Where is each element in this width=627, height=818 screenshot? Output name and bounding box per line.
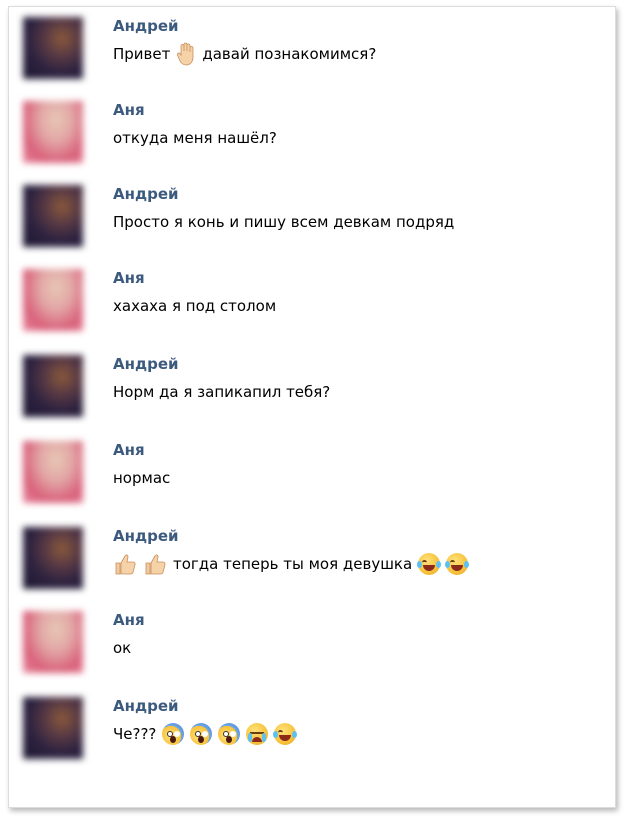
message-text: тогда теперь ты моя девушка bbox=[113, 552, 470, 576]
crying-face-emoji-icon bbox=[246, 723, 269, 745]
author-name[interactable]: Андрей bbox=[113, 697, 179, 715]
message-text-part: тогда теперь ты моя девушка bbox=[173, 555, 413, 573]
message-text: хахаха я под столом bbox=[113, 295, 276, 317]
avatar[interactable] bbox=[23, 101, 83, 163]
message-text: нормас bbox=[113, 467, 170, 489]
message-text-part: Просто я конь и пишу всем девкам подряд bbox=[113, 213, 455, 231]
author-name[interactable]: Аня bbox=[113, 269, 145, 287]
thumbs-up-icon bbox=[143, 552, 167, 576]
avatar[interactable] bbox=[23, 269, 83, 331]
message-text-part: хахаха я под столом bbox=[113, 297, 277, 315]
author-name[interactable]: Андрей bbox=[113, 185, 179, 203]
message-text-part: Че??? bbox=[113, 725, 157, 743]
message-item: Андрей Привет давай познакомимся? bbox=[9, 7, 615, 91]
avatar[interactable] bbox=[23, 611, 83, 673]
author-name[interactable]: Аня bbox=[113, 441, 145, 459]
author-name[interactable]: Андрей bbox=[113, 17, 179, 35]
message-text: Норм да я запикапил тебя? bbox=[113, 381, 330, 403]
message-text: Просто я конь и пишу всем девкам подряд bbox=[113, 211, 454, 233]
avatar[interactable] bbox=[23, 527, 83, 589]
message-text: Че??? bbox=[113, 723, 298, 745]
author-name[interactable]: Аня bbox=[113, 101, 145, 119]
avatar[interactable] bbox=[23, 441, 83, 503]
message-item: Аня хахаха я под столом bbox=[9, 259, 615, 343]
message-text-part: откуда меня нашёл? bbox=[113, 129, 277, 147]
message-text-part: нормас bbox=[113, 469, 171, 487]
screaming-face-emoji-icon bbox=[190, 723, 213, 745]
raised-hand-icon bbox=[176, 42, 196, 66]
message-text-part: Привет bbox=[113, 45, 171, 63]
avatar[interactable] bbox=[23, 697, 83, 759]
message-item: Аня откуда меня нашёл? bbox=[9, 91, 615, 175]
avatar[interactable] bbox=[23, 185, 83, 247]
message-item: Андрей Просто я конь и пишу всем девкам … bbox=[9, 175, 615, 259]
message-text-part: Норм да я запикапил тебя? bbox=[113, 383, 331, 401]
chat-window: Андрей Привет давай познакомимся? Аня от… bbox=[8, 6, 616, 808]
screaming-face-emoji-icon bbox=[162, 723, 185, 745]
avatar[interactable] bbox=[23, 355, 83, 417]
message-item: Андрей тогда теперь ты моя девушка bbox=[9, 517, 615, 601]
message-item: Аня ок bbox=[9, 601, 615, 685]
message-text-part: давай познакомимся? bbox=[202, 45, 377, 63]
message-text: откуда меня нашёл? bbox=[113, 127, 277, 149]
avatar[interactable] bbox=[23, 17, 83, 79]
message-item: Аня нормас bbox=[9, 431, 615, 515]
tears-of-joy-emoji-icon bbox=[417, 553, 442, 575]
message-text-part: ок bbox=[113, 639, 132, 657]
author-name[interactable]: Андрей bbox=[113, 527, 179, 545]
screaming-face-emoji-icon bbox=[218, 723, 241, 745]
thumbs-up-icon bbox=[113, 552, 137, 576]
author-name[interactable]: Андрей bbox=[113, 355, 179, 373]
author-name[interactable]: Аня bbox=[113, 611, 145, 629]
message-item: Андрей Че??? bbox=[9, 687, 615, 771]
message-text: ок bbox=[113, 637, 131, 659]
tears-of-joy-emoji-icon bbox=[273, 723, 298, 745]
tears-of-joy-emoji-icon bbox=[445, 553, 470, 575]
message-item: Андрей Норм да я запикапил тебя? bbox=[9, 345, 615, 429]
message-text: Привет давай познакомимся? bbox=[113, 42, 377, 66]
